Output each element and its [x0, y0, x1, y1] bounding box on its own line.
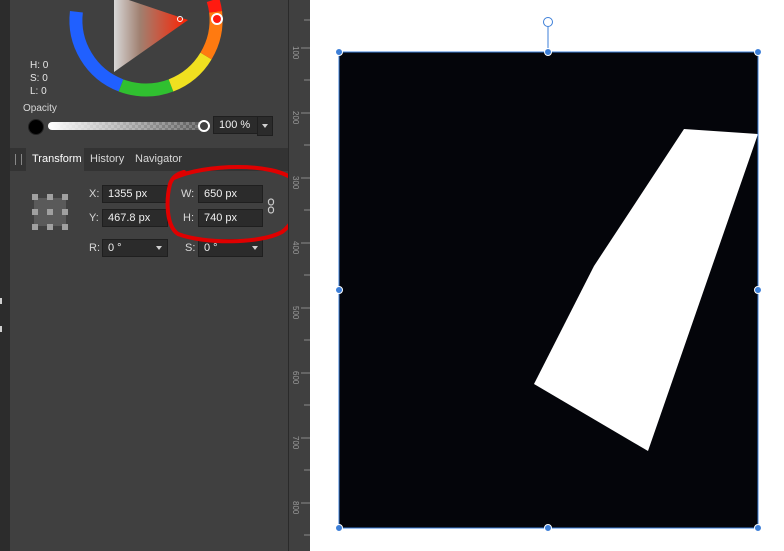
y-label: Y:: [89, 212, 99, 224]
color-swatch-icon[interactable]: [28, 119, 44, 135]
tab-history[interactable]: History: [90, 153, 124, 165]
saturation-readout: S: 0: [30, 73, 48, 84]
resize-handle[interactable]: [335, 286, 343, 294]
anchor-point-grid-icon[interactable]: [30, 192, 70, 232]
opacity-slider[interactable]: [48, 122, 202, 130]
red-annotation-circle: [165, 165, 303, 244]
left-toolbar-edge: [0, 0, 10, 551]
resize-handle[interactable]: [544, 524, 552, 532]
tab-transform[interactable]: Transform: [32, 153, 82, 165]
resize-handle[interactable]: [335, 524, 343, 532]
hue-handle-icon[interactable]: [211, 13, 223, 25]
resize-handle[interactable]: [754, 524, 762, 532]
hue-readout: H: 0: [30, 60, 49, 71]
chevron-down-icon[interactable]: [156, 246, 162, 250]
color-target-icon: [177, 16, 183, 22]
selected-artwork[interactable]: [310, 0, 784, 551]
opacity-slider-handle[interactable]: [198, 120, 210, 132]
chevron-down-icon: [262, 124, 268, 128]
rotation-label: R:: [89, 242, 100, 254]
x-field[interactable]: 1355 px: [102, 185, 168, 203]
y-field[interactable]: 467.8 px: [102, 209, 168, 227]
chevron-down-icon[interactable]: [252, 246, 258, 250]
opacity-dropdown-button[interactable]: [257, 116, 273, 136]
left-edge-marker: [0, 326, 2, 332]
resize-handle[interactable]: [335, 48, 343, 56]
opacity-label: Opacity: [23, 103, 57, 114]
left-edge-marker: [0, 298, 2, 304]
panel-grip-icon[interactable]: [15, 154, 22, 165]
resize-handle[interactable]: [754, 286, 762, 294]
lightness-readout: L: 0: [30, 86, 47, 97]
resize-handle[interactable]: [544, 48, 552, 56]
ruler-tick-marks: [301, 19, 310, 536]
rotate-handle-icon[interactable]: [543, 17, 553, 27]
x-label: X:: [89, 188, 100, 200]
opacity-field[interactable]: 100 %: [213, 116, 259, 134]
resize-handle[interactable]: [754, 48, 762, 56]
